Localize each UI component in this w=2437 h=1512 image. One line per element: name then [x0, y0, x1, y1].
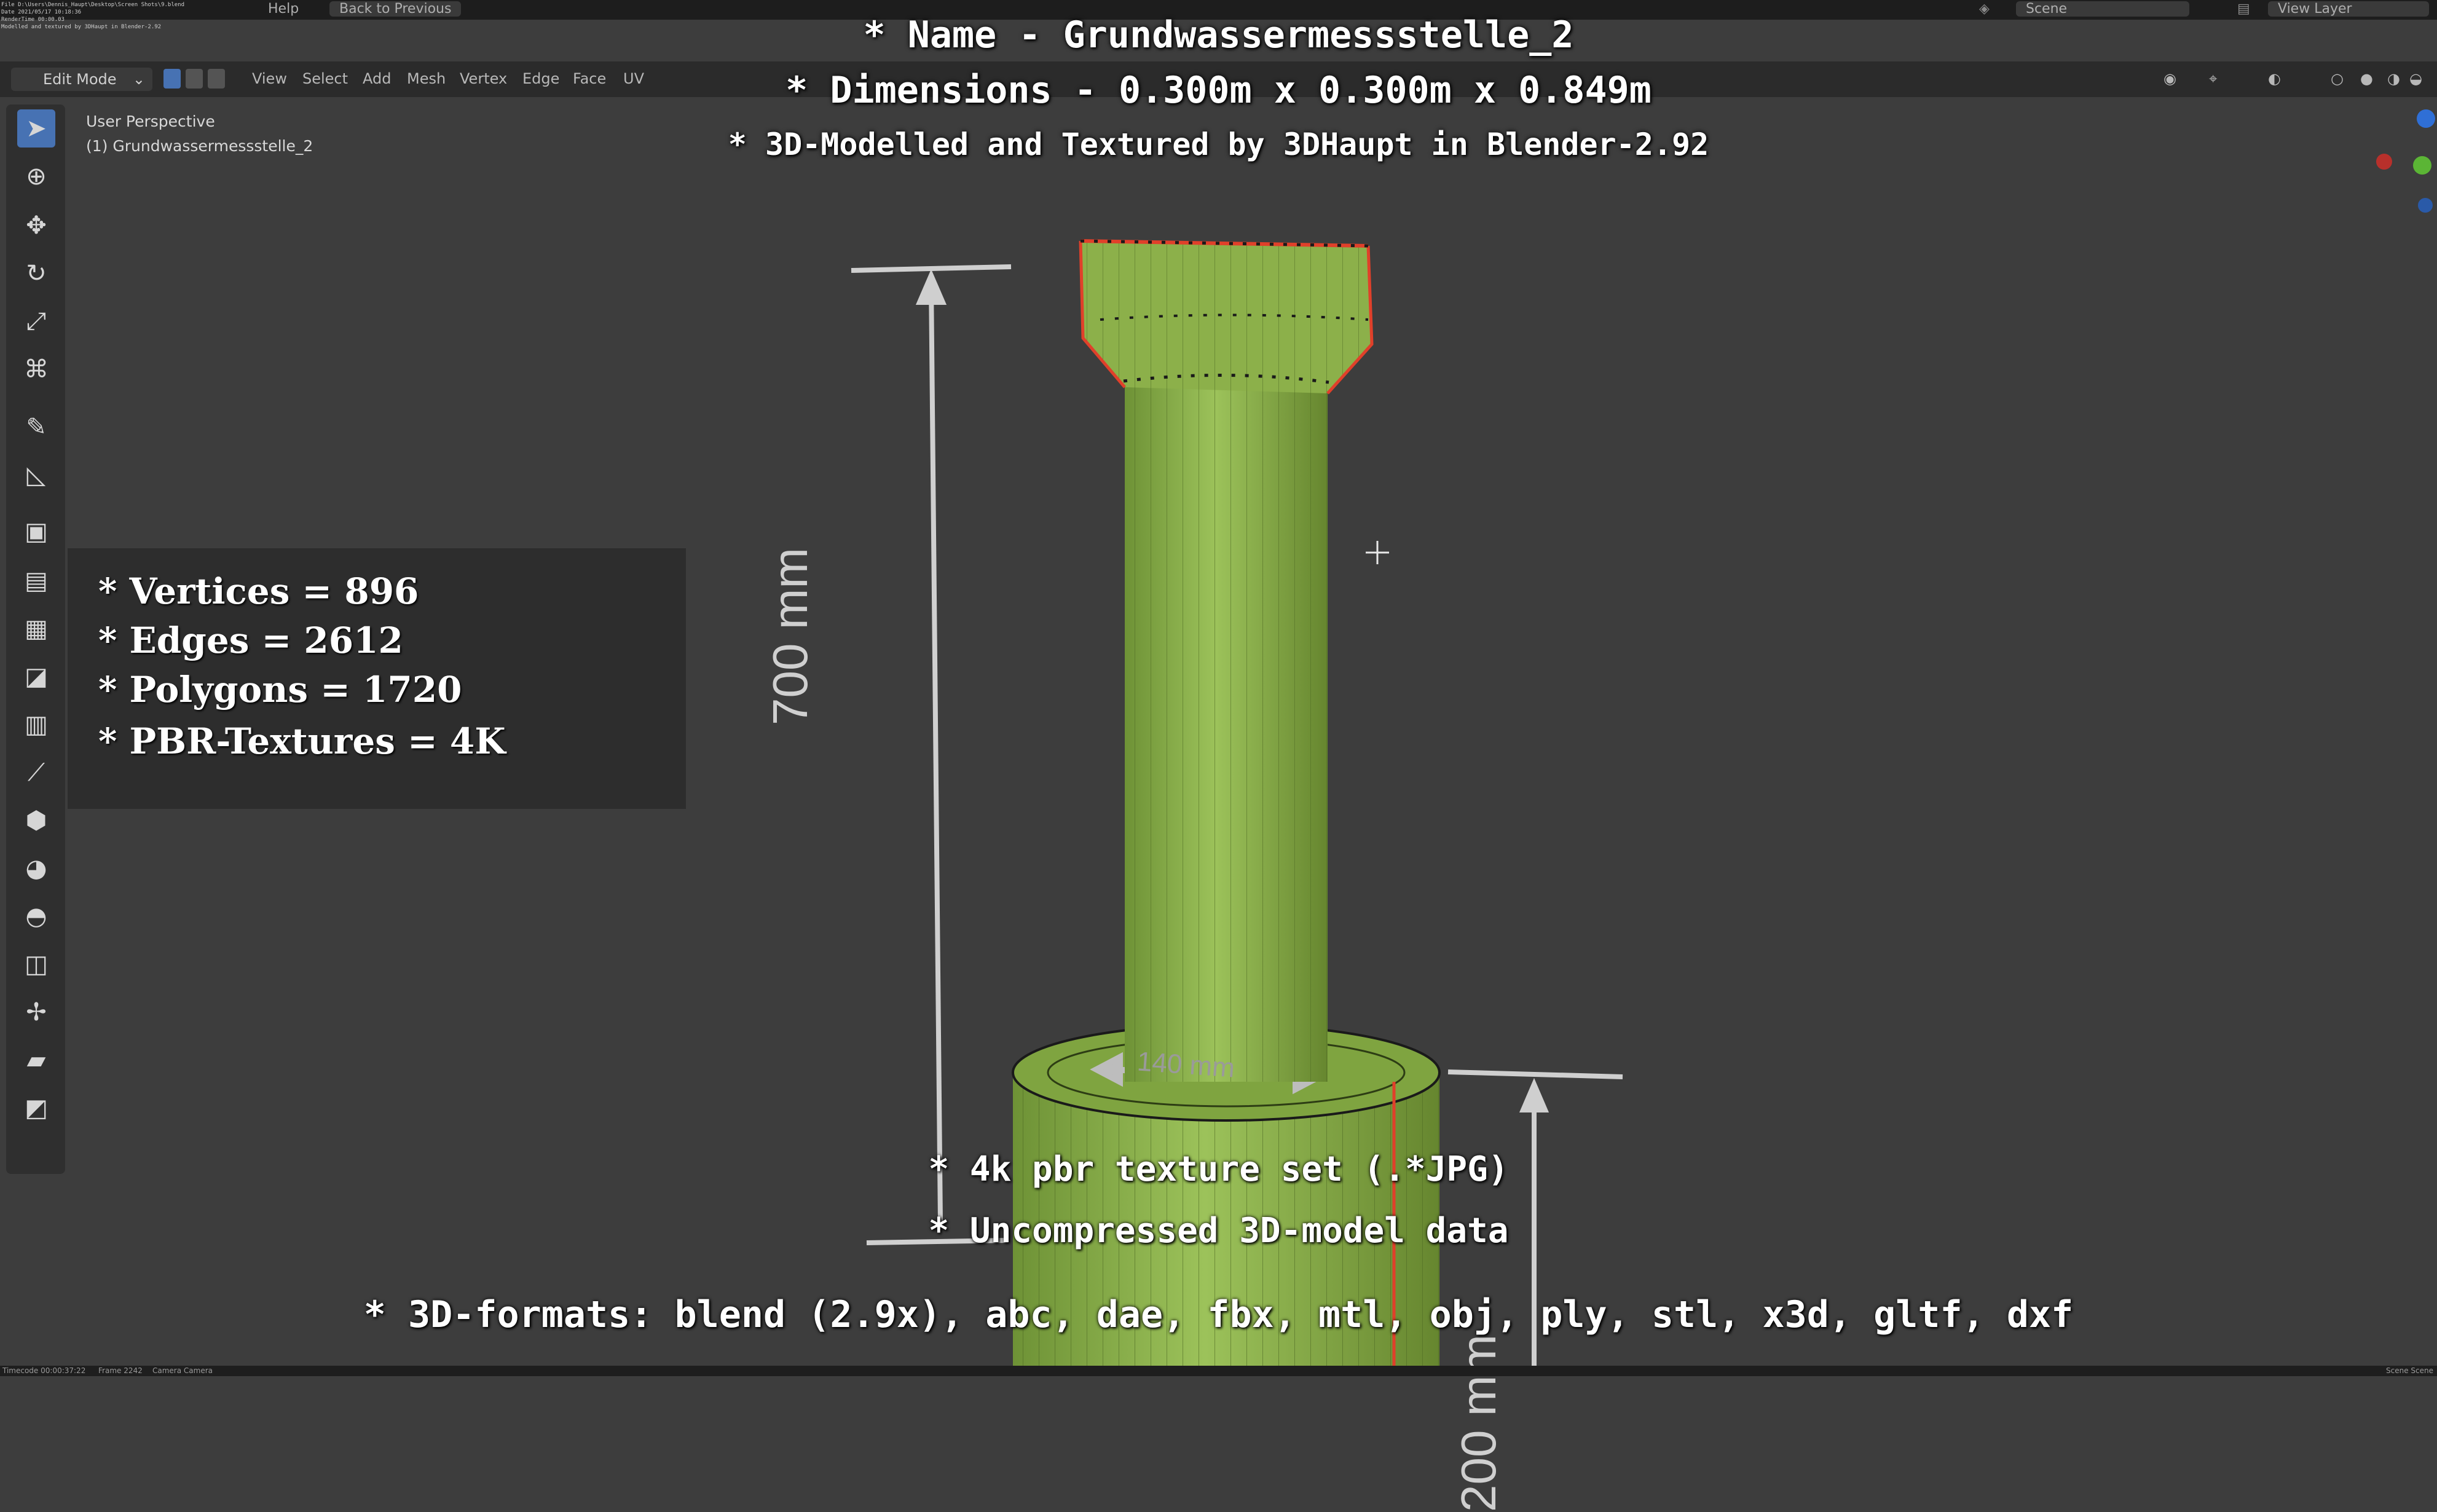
- extrude-icon[interactable]: ▤: [17, 562, 55, 600]
- transform-icon[interactable]: ⌘: [17, 350, 55, 388]
- rotate-icon[interactable]: ↻: [17, 254, 55, 293]
- spin-icon[interactable]: ◕: [17, 849, 55, 888]
- gizmo-z-axis[interactable]: [2417, 109, 2435, 128]
- bevel-icon[interactable]: ◪: [17, 658, 55, 696]
- stat-pbr-textures: * PBR-Textures = 4K: [98, 720, 506, 762]
- timecode-label: Timecode 00:00:37:22: [2, 1366, 86, 1375]
- 3d-cursor-icon: [1366, 541, 1389, 564]
- dimension-label-700: 700 mm: [763, 548, 817, 725]
- tool-shelf: ➤ ⊕ ✥ ↻ ⤢ ⌘ ✎ ◺ ▣ ▤ ▦ ◪ ▥ ⟋ ⬢ ◕ ◓ ◫ ✢ ▰ …: [6, 104, 65, 1174]
- scene-status-label: Scene Scene: [2386, 1366, 2433, 1375]
- loop-cut-icon[interactable]: ▥: [17, 706, 55, 744]
- gizmo-neg-z[interactable]: [2418, 198, 2433, 213]
- overlay-name-line: * Name - Grundwassermessstelle_2: [863, 14, 1574, 57]
- stats-panel: * Vertices = 896 * Edges = 2612 * Polygo…: [68, 548, 686, 809]
- poly-build-icon[interactable]: ⬢: [17, 801, 55, 840]
- stat-polygons: * Polygons = 1720: [98, 669, 462, 711]
- stat-edges: * Edges = 2612: [98, 620, 403, 661]
- frame-label: Frame 2242: [98, 1366, 143, 1375]
- overlay-texture-line: * 4k pbr texture set (.*JPG): [928, 1149, 1509, 1189]
- add-cube-icon[interactable]: ▣: [17, 513, 55, 551]
- dimension-label-200: 200 mm: [1451, 1334, 1506, 1512]
- inset-icon[interactable]: ▦: [17, 610, 55, 648]
- rip-icon[interactable]: ◩: [17, 1089, 55, 1127]
- edge-slide-icon[interactable]: ◫: [17, 945, 55, 983]
- annotate-icon[interactable]: ✎: [17, 408, 55, 446]
- knife-icon[interactable]: ⟋: [17, 754, 55, 792]
- overlay-formats-line: * 3D-formats: blend (2.9x), abc, dae, fb…: [363, 1293, 2074, 1336]
- model-shaft: [1125, 381, 1328, 1082]
- dimension-line-700: [851, 264, 1012, 1245]
- smooth-icon[interactable]: ◓: [17, 897, 55, 935]
- model-top-cap: [1079, 239, 1374, 395]
- scale-icon[interactable]: ⤢: [17, 302, 55, 341]
- move-icon[interactable]: ✥: [17, 207, 55, 245]
- stat-vertices: * Vertices = 896: [98, 570, 419, 612]
- measure-icon[interactable]: ◺: [17, 456, 55, 494]
- status-bar: Timecode 00:00:37:22 Frame 2242 Camera C…: [0, 1366, 2437, 1376]
- shrink-fatten-icon[interactable]: ✢: [17, 993, 55, 1031]
- overlay-credit-line: * 3D-Modelled and Textured by 3DHaupt in…: [728, 127, 1709, 162]
- shear-icon[interactable]: ▰: [17, 1041, 55, 1079]
- cursor-icon[interactable]: ⊕: [17, 157, 55, 195]
- overlay-dimensions-line: * Dimensions - 0.300m x 0.300m x 0.849m: [785, 69, 1652, 112]
- camera-label: Camera Camera: [152, 1366, 213, 1375]
- overlay-model-line: * Uncompressed 3D-model data: [928, 1211, 1509, 1251]
